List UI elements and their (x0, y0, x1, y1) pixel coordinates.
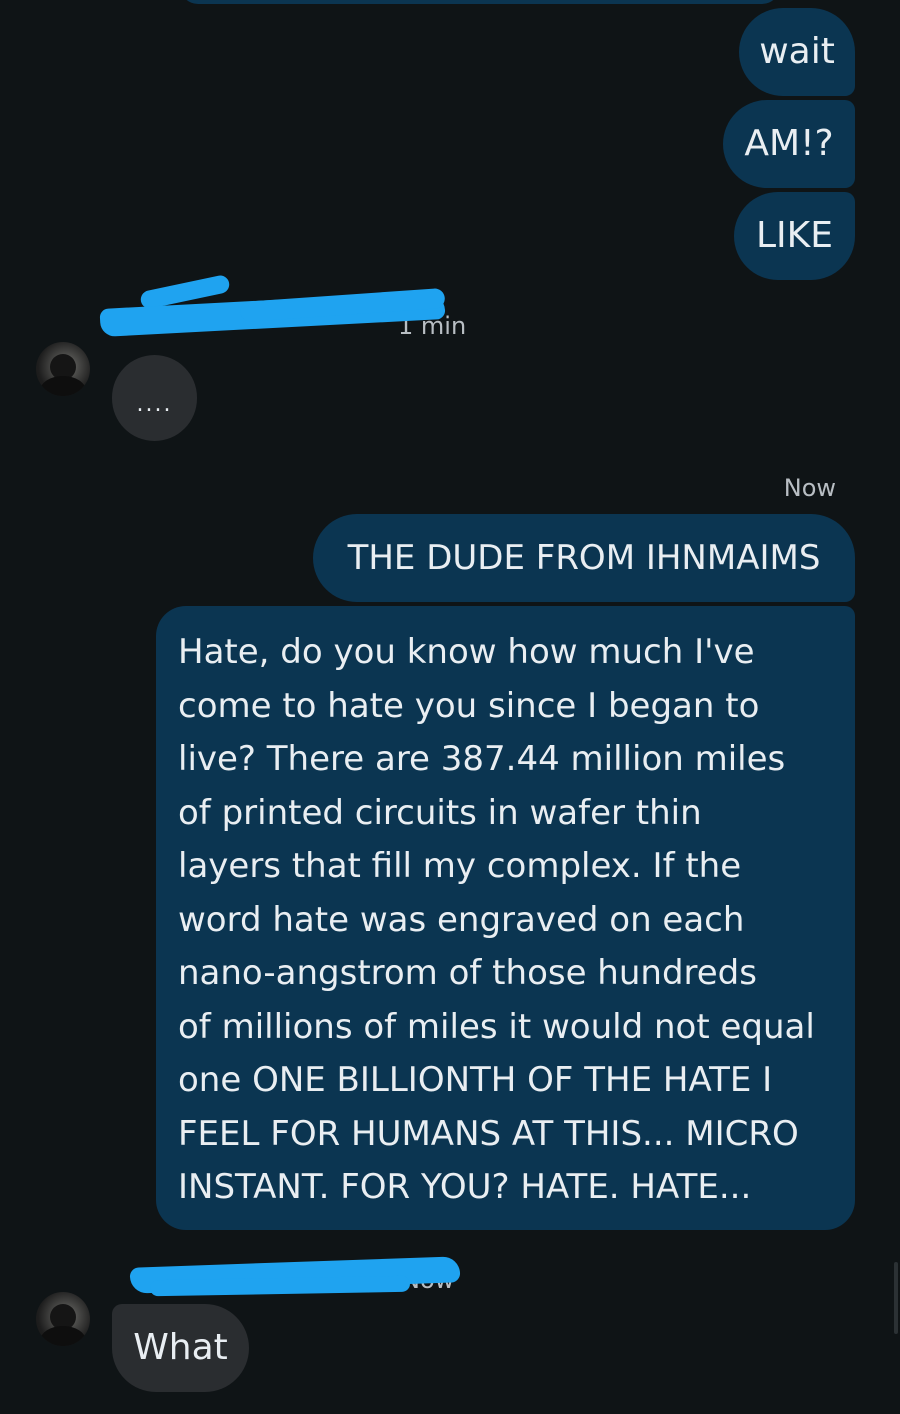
message-line: word hate was engraved on each (178, 899, 745, 940)
message-timestamp: Now (783, 474, 836, 502)
message-line: layers that fill my complex. If the (178, 846, 742, 886)
avatar-silhouette-body (40, 1326, 86, 1346)
message-line: INSTANT. FOR YOU? HATE. HATE... (178, 1167, 752, 1207)
message-line: FEEL FOR HUMANS AT THIS... MICRO (178, 1113, 799, 1154)
message-line: Hate, do you know how much I've (178, 632, 755, 672)
scrollbar[interactable] (894, 1262, 898, 1334)
previous-message-bubble-edge (180, 0, 780, 4)
contact-avatar[interactable] (36, 1292, 90, 1346)
outgoing-message-wait[interactable]: wait (739, 8, 855, 96)
message-line: of millions of miles it would not equal (178, 1006, 815, 1047)
outgoing-message-am[interactable]: AM!? (723, 100, 855, 188)
outgoing-message-like[interactable]: LIKE (734, 192, 855, 280)
outgoing-message-hate-speech[interactable]: Hate, do you know how much I've come to … (156, 606, 855, 1230)
incoming-message-what[interactable]: What (112, 1304, 249, 1392)
message-line: one ONE BILLIONTH OF THE HATE I (178, 1060, 773, 1100)
redaction-scribble (149, 1275, 411, 1297)
incoming-message-dots[interactable]: .... (112, 355, 197, 441)
message-line: come to hate you since I began to (178, 685, 760, 726)
avatar-silhouette-body (40, 376, 86, 396)
outgoing-message-dude[interactable]: THE DUDE FROM IHNMAIMS (313, 514, 855, 602)
message-line: nano-angstrom of those hundreds (178, 953, 757, 993)
message-line: of printed circuits in wafer thin (178, 792, 702, 833)
message-line: live? There are 387.44 million miles (178, 739, 786, 779)
contact-avatar[interactable] (36, 342, 90, 396)
